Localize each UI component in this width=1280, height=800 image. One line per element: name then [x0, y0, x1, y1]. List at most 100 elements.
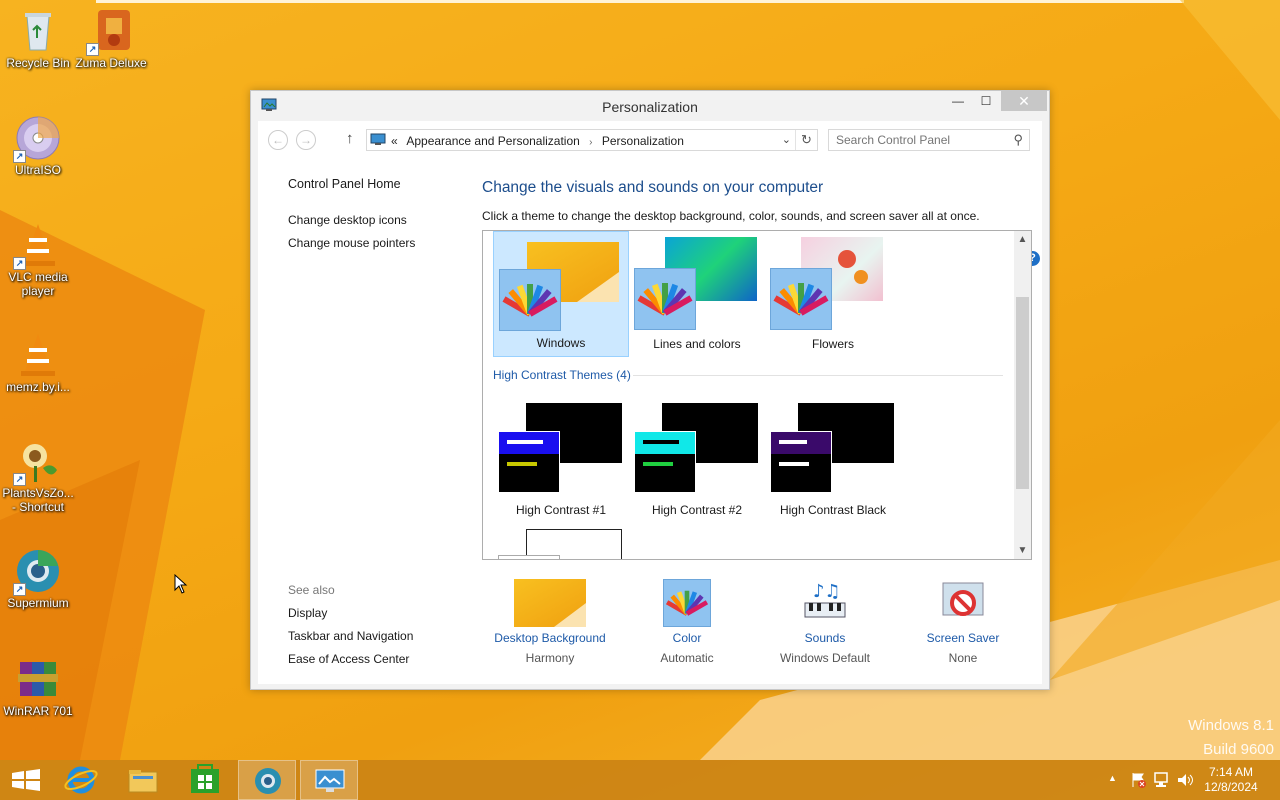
scroll-up-icon[interactable]: ▲	[1014, 231, 1031, 248]
theme-thumbnail	[634, 431, 696, 493]
vlc-cone-icon: ↗	[13, 222, 61, 270]
sounds-value: Windows Default	[779, 651, 871, 665]
theme-list-scrollbar[interactable]: ▲ ▼	[1014, 231, 1031, 559]
scroll-down-icon[interactable]: ▼	[1014, 542, 1031, 559]
desktop-icon-label: Zuma Deluxe	[75, 56, 147, 70]
taskbar-clock[interactable]: 7:14 AM 12/8/2024	[1196, 765, 1266, 795]
breadcrumb-overflow[interactable]: «	[391, 134, 398, 148]
screen-saver-icon	[939, 579, 987, 627]
theme-label: Flowers	[811, 337, 854, 351]
theme-high-contrast-black[interactable]: High Contrast Black	[765, 395, 901, 521]
desktop-icon-vlc[interactable]: ↗ VLC media player	[0, 222, 76, 298]
sounds-label[interactable]: Sounds	[760, 631, 890, 645]
maximize-button[interactable]: ☐	[973, 91, 999, 111]
build-number-watermark: Build 9600	[1203, 741, 1274, 758]
theme-label: Lines and colors	[653, 337, 741, 351]
taskbar-store[interactable]	[176, 760, 234, 800]
minimize-button[interactable]: —	[945, 91, 971, 111]
store-icon	[191, 764, 219, 793]
taskbar-navigation-link[interactable]: Taskbar and Navigation	[288, 629, 413, 643]
color-palette-icon	[663, 579, 711, 627]
desktop-icon-ultraiso[interactable]: ↗ UltraISO	[0, 115, 76, 177]
desktop-icon-label: PlantsVsZo... - Shortcut	[2, 486, 74, 514]
back-button[interactable]: ←	[268, 130, 288, 150]
clock-time: 7:14 AM	[1208, 765, 1254, 779]
desktop-icon-recycle-bin[interactable]: Recycle Bin	[0, 8, 76, 70]
desktop-icon-supermium[interactable]: ↗ Supermium	[0, 548, 76, 610]
theme-list[interactable]: Windows Lines and colors Flowers High Co…	[482, 230, 1032, 560]
network-icon[interactable]	[1153, 771, 1171, 794]
taskbar-control-panel[interactable]	[300, 760, 358, 800]
theme-high-contrast-white[interactable]	[493, 521, 629, 559]
ease-of-access-link[interactable]: Ease of Access Center	[288, 652, 409, 666]
change-mouse-pointers-link[interactable]: Change mouse pointers	[288, 236, 415, 250]
refresh-icon[interactable]: ↻	[795, 130, 817, 150]
volume-icon[interactable]	[1176, 771, 1194, 794]
theme-high-contrast-1[interactable]: High Contrast #1	[493, 395, 629, 521]
recycle-bin-icon	[15, 8, 61, 54]
theme-high-contrast-2[interactable]: High Contrast #2	[629, 395, 765, 521]
sounds-icon: ♪♫	[799, 579, 851, 627]
personalization-window: Personalization — ☐ ✕ ← → ↑ « Appearance…	[250, 90, 1050, 690]
page-description: Click a theme to change the desktop back…	[482, 209, 980, 223]
windows-version-watermark: Windows 8.1	[1188, 717, 1274, 734]
search-box[interactable]: ⚲	[828, 129, 1030, 151]
desktop-background-item[interactable]: Desktop Background Harmony	[485, 579, 615, 665]
theme-windows[interactable]: Windows	[493, 231, 629, 357]
breadcrumb-appearance[interactable]: Appearance and Personalization	[406, 134, 579, 148]
theme-label: High Contrast #2	[651, 503, 743, 517]
desktop-icon-plants-vs-zombies[interactable]: ↗ PlantsVsZo... - Shortcut	[0, 438, 76, 514]
disc-icon: ↗	[13, 115, 61, 163]
screen-saver-label[interactable]: Screen Saver	[898, 631, 1028, 645]
desktop-background-label[interactable]: Desktop Background	[485, 631, 615, 645]
browser-globe-icon	[255, 768, 281, 794]
folder-icon	[128, 770, 158, 793]
forward-button[interactable]: →	[296, 130, 316, 150]
windows-logo-icon	[12, 769, 40, 791]
color-label[interactable]: Color	[622, 631, 752, 645]
theme-lines-and-colors[interactable]: Lines and colors	[629, 231, 765, 357]
control-panel-icon	[370, 133, 386, 146]
window-content: ← → ↑ « Appearance and Personalization ›…	[258, 121, 1042, 684]
up-button[interactable]: ↑	[346, 130, 354, 147]
desktop-icon-label: UltraISO	[14, 163, 61, 177]
title-bar[interactable]: Personalization — ☐ ✕	[251, 91, 1049, 121]
breadcrumb-personalization[interactable]: Personalization	[602, 134, 684, 148]
close-button[interactable]: ✕	[1001, 91, 1047, 111]
change-desktop-icons-link[interactable]: Change desktop icons	[288, 213, 407, 227]
breadcrumb-separator[interactable]: ›	[589, 137, 592, 148]
control-panel-home-link[interactable]: Control Panel Home	[288, 177, 401, 191]
desktop-icon-label: VLC media player	[8, 270, 68, 298]
shortcut-arrow-icon: ↗	[13, 583, 26, 596]
color-item[interactable]: Color Automatic	[622, 579, 752, 665]
screen-saver-item[interactable]: Screen Saver None	[898, 579, 1028, 665]
window-title: Personalization	[602, 99, 698, 115]
action-center-flag-icon[interactable]	[1130, 771, 1148, 794]
forward-arrow-icon: →	[300, 133, 312, 147]
taskbar-supermium[interactable]	[238, 760, 296, 800]
desktop-background-value: Harmony	[525, 651, 575, 665]
sounds-item[interactable]: ♪♫ Sounds Windows Default	[760, 579, 890, 665]
tray-overflow-arrow[interactable]: ▲	[1108, 773, 1117, 783]
desktop-background-icon	[514, 579, 586, 627]
high-contrast-group-header[interactable]: High Contrast Themes (4)	[493, 368, 631, 382]
browser-globe-icon: ↗	[13, 548, 61, 596]
search-input[interactable]	[829, 130, 999, 150]
desktop-icon-label: Supermium	[7, 596, 69, 610]
theme-label: High Contrast #1	[515, 503, 607, 517]
scrollbar-thumb[interactable]	[1016, 297, 1029, 489]
theme-flowers[interactable]: Flowers	[765, 231, 901, 357]
search-icon[interactable]: ⚲	[1013, 132, 1023, 148]
desktop-icon-memz[interactable]: memz.by.i...	[0, 332, 76, 394]
taskbar: ▲ 7:14 AM 12/8/2024	[0, 760, 1280, 800]
address-bar[interactable]: « Appearance and Personalization › Perso…	[366, 129, 818, 151]
theme-label: Windows	[536, 336, 586, 350]
display-link[interactable]: Display	[288, 606, 327, 620]
desktop-icon-winrar[interactable]: WinRAR 701	[0, 656, 76, 718]
start-button[interactable]	[0, 760, 58, 800]
shortcut-arrow-icon: ↗	[13, 150, 26, 163]
chevron-down-icon[interactable]: ⌄	[782, 133, 791, 146]
desktop-icon-zuma-deluxe[interactable]: ↗ Zuma Deluxe	[73, 8, 149, 70]
taskbar-internet-explorer[interactable]	[52, 760, 110, 800]
taskbar-file-explorer[interactable]	[114, 760, 172, 800]
